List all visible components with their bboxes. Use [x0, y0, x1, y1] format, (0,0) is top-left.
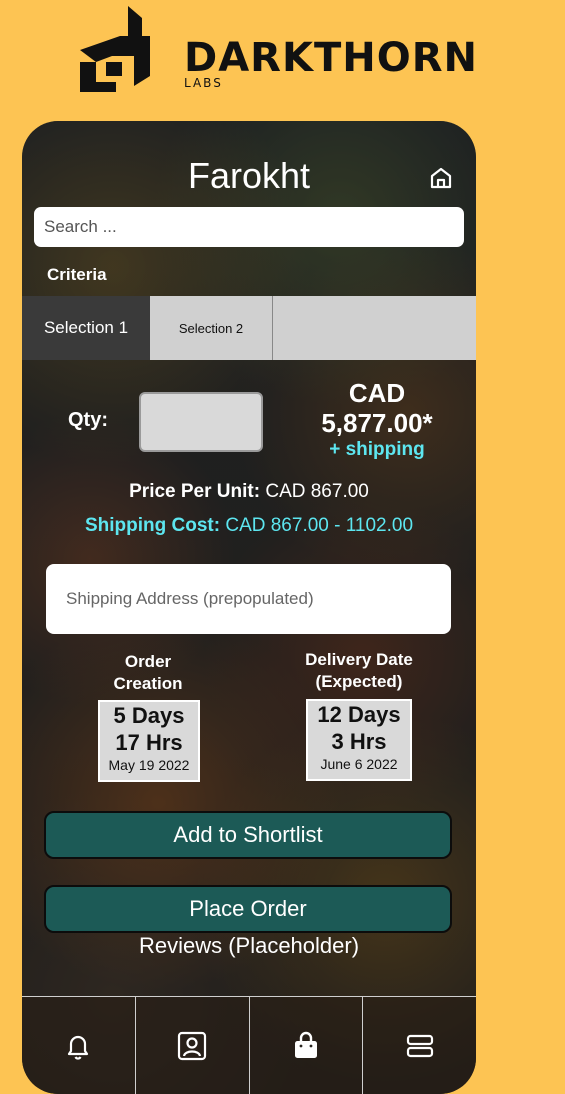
tab-selection-2[interactable]: Selection 2	[150, 296, 273, 360]
ppu-value: CAD 867.00	[265, 481, 369, 502]
price-amount: 5,877.00*	[321, 408, 433, 438]
order-creation-hours: 17 Hrs	[115, 730, 183, 755]
tab-selection-3[interactable]	[273, 296, 476, 360]
delivery-heading-line1: Delivery Date	[305, 650, 413, 669]
search-placeholder: Search ...	[44, 217, 117, 236]
order-creation-heading-line1: Order	[124, 652, 172, 671]
shopping-bag-icon	[294, 1031, 317, 1058]
order-creation-heading-line2: Creation	[113, 674, 183, 693]
shipping-address-field[interactable]: Shipping Address (prepopulated)	[46, 564, 451, 634]
shipcost-value: CAD 867.00 - 1102.00	[225, 515, 414, 536]
bell-icon	[68, 1035, 89, 1060]
shipping-note: + shipping	[329, 439, 425, 460]
home-button[interactable]	[426, 163, 456, 193]
tab-selection-1[interactable]: Selection 1	[22, 296, 150, 360]
darkthorn-logo-mark	[80, 6, 150, 92]
order-creation-box: 5 Days 17 Hrs May 19 2022	[98, 700, 200, 782]
brand-name: DARKTHORN	[184, 35, 478, 81]
delivery-heading-line2: (Expected)	[315, 672, 403, 691]
ppu-label: Price Per Unit:	[129, 481, 261, 502]
nav-notifications[interactable]	[22, 997, 136, 1094]
order-creation-days: 5 Days	[113, 703, 185, 728]
phone-screen: Farokht Search ... Criteria Selection 1 …	[22, 121, 476, 1094]
price-per-unit: Price Per Unit: CAD 867.00	[22, 481, 476, 503]
qty-label: Qty:	[68, 409, 108, 431]
delivery-hours: 3 Hrs	[331, 729, 387, 754]
delivery-days: 12 Days	[317, 702, 401, 727]
shipping-cost: Shipping Cost: CAD 867.00 - 1102.00	[22, 515, 476, 537]
nav-shop[interactable]	[250, 997, 364, 1094]
price-currency: CAD	[348, 378, 406, 408]
app-title: Farokht	[187, 155, 311, 196]
delivery-date-heading: Delivery Date (Expected)	[284, 649, 434, 693]
criteria-label: Criteria	[47, 265, 107, 284]
bottom-nav	[22, 996, 476, 1094]
contact-icon	[178, 1031, 207, 1061]
add-to-shortlist-button[interactable]: Add to Shortlist	[44, 811, 452, 859]
total-price: CAD 5,877.00* + shipping	[302, 378, 452, 462]
order-creation-heading: Order Creation	[98, 651, 198, 695]
qty-input[interactable]	[139, 392, 263, 452]
place-order-button[interactable]: Place Order	[44, 885, 452, 933]
search-input[interactable]: Search ...	[34, 207, 464, 247]
selection-tabs: Selection 1 Selection 2	[22, 296, 476, 360]
brand-logo: DARKTHORN LABS	[76, 6, 546, 96]
shipcost-label: Shipping Cost:	[84, 515, 221, 536]
nav-profile[interactable]	[136, 997, 250, 1094]
delivery-date-box: 12 Days 3 Hrs June 6 2022	[306, 699, 412, 781]
delivery-date: June 6 2022	[320, 756, 398, 772]
address-placeholder: Shipping Address (prepopulated)	[66, 589, 314, 608]
order-creation-date: May 19 2022	[108, 757, 190, 773]
brand-sub: LABS	[184, 76, 223, 90]
nav-menu[interactable]	[363, 997, 476, 1094]
menu-icon	[406, 1034, 433, 1058]
reviews-link[interactable]: Reviews (Placeholder)	[22, 933, 476, 959]
home-icon	[430, 167, 452, 189]
